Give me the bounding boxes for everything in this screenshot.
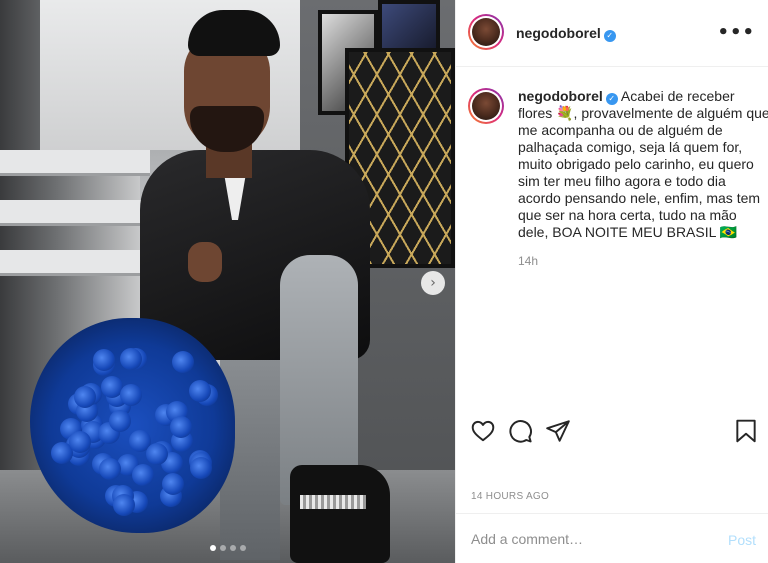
avatar[interactable]: [468, 14, 504, 50]
verified-check-icon: ✓: [603, 30, 616, 42]
chevron-right-icon: ›: [430, 275, 436, 291]
rose: [112, 493, 135, 516]
paper-plane-icon[interactable]: [545, 418, 571, 444]
caption-body: Acabei de receber flores 💐, provavelment…: [518, 88, 768, 240]
caption-time[interactable]: 14h: [518, 254, 538, 268]
rose: [69, 430, 92, 453]
caption-username[interactable]: negodoborel: [518, 88, 603, 104]
carousel-dot: [230, 545, 236, 551]
more-options-icon[interactable]: •••: [717, 22, 755, 43]
caption-text: negodoborel ✓ Acabei de receber flores 💐,…: [518, 88, 768, 241]
sneaker: [290, 465, 390, 563]
rose: [171, 351, 194, 374]
heart-icon[interactable]: [470, 418, 496, 444]
post-actions: [456, 410, 768, 450]
rose: [119, 384, 142, 407]
carousel-next-button[interactable]: ›: [421, 271, 445, 295]
post-photo[interactable]: ›: [0, 0, 455, 563]
rose: [99, 457, 122, 480]
verified-check-icon: ✓: [605, 93, 618, 105]
post-timestamp[interactable]: 14 HOURS AGO: [471, 491, 549, 502]
post-header: negodoborel ✓ •••: [456, 0, 768, 67]
rose: [109, 409, 131, 432]
post-comment-button[interactable]: Post: [728, 532, 756, 548]
carousel-indicator: [210, 545, 246, 551]
photo-stair: [0, 200, 150, 226]
header-username[interactable]: negodoborel ✓: [516, 25, 616, 42]
comment-input[interactable]: [471, 529, 711, 549]
bookmark-icon[interactable]: [733, 418, 759, 444]
photo-stair: [0, 150, 150, 176]
rose: [190, 457, 213, 480]
carousel-dot: [220, 545, 226, 551]
comment-icon[interactable]: [507, 418, 533, 444]
comment-bar: Post: [456, 513, 768, 563]
carousel-dot: [210, 545, 216, 551]
photo-stair: [0, 250, 150, 276]
post-details-panel: negodoborel ✓ ••• negodoborel ✓ Acabei de …: [455, 0, 768, 563]
blue-rose-bouquet: [30, 318, 235, 533]
rose: [132, 464, 155, 487]
avatar[interactable]: [468, 88, 504, 124]
carousel-dot: [240, 545, 246, 551]
